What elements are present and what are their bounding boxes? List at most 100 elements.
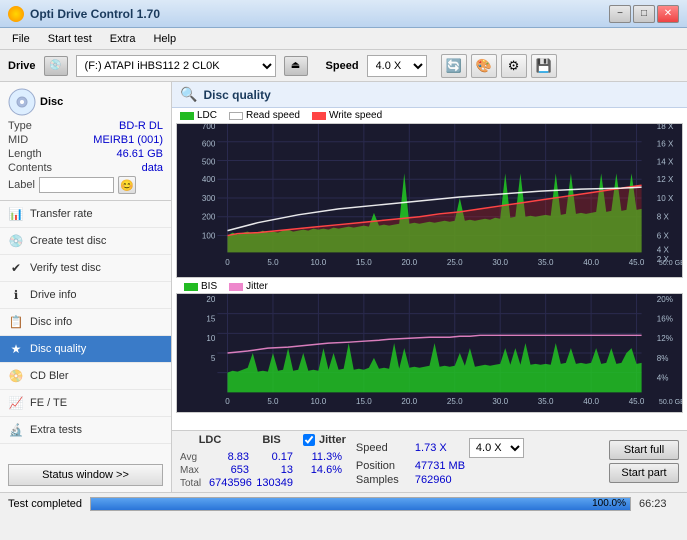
start-part-button[interactable]: Start part: [609, 463, 679, 483]
svg-text:12 X: 12 X: [657, 175, 674, 184]
status-text: Test completed: [8, 498, 82, 510]
disc-quality-header-icon: 🔍: [180, 86, 197, 103]
nav-label-transfer-rate: Transfer rate: [30, 208, 93, 220]
color-button[interactable]: 🎨: [471, 54, 497, 78]
svg-text:5: 5: [211, 354, 216, 363]
label-icon-btn[interactable]: 😊: [118, 176, 136, 194]
svg-text:16%: 16%: [657, 315, 673, 324]
total-label: Total: [180, 478, 205, 489]
speed-select[interactable]: 4.0 X 2.0 X 1.0 X: [367, 55, 427, 77]
maximize-button[interactable]: □: [633, 5, 655, 23]
disc-quality-icon: ★: [8, 341, 24, 357]
close-button[interactable]: ✕: [657, 5, 679, 23]
contents-label: Contents: [8, 162, 52, 174]
sidebar-item-drive-info[interactable]: ℹ Drive info: [0, 282, 171, 309]
svg-text:15.0: 15.0: [356, 258, 372, 267]
window-controls: − □ ✕: [609, 5, 679, 23]
drive-bar: Drive 💿 (F:) ATAPI iHBS112 2 CL0K ⏏ Spee…: [0, 50, 687, 82]
jitter-color: [229, 283, 243, 291]
position-value: 47731 MB: [415, 460, 485, 472]
svg-text:20%: 20%: [657, 295, 673, 304]
save-button[interactable]: 💾: [531, 54, 557, 78]
svg-text:40.0: 40.0: [583, 397, 599, 406]
sidebar-item-cd-bler[interactable]: 📀 CD Bler: [0, 363, 171, 390]
drive-icon: 💿: [44, 56, 68, 76]
bis-header: BIS: [244, 434, 299, 449]
menu-help[interactable]: Help: [145, 31, 184, 47]
label-input[interactable]: [39, 177, 114, 193]
refresh-button[interactable]: 🔄: [441, 54, 467, 78]
jitter-label: Jitter: [246, 281, 268, 292]
svg-text:100: 100: [202, 232, 216, 241]
svg-text:8 X: 8 X: [657, 213, 670, 222]
minimize-button[interactable]: −: [609, 5, 631, 23]
jitter-stats-label: Jitter: [319, 434, 346, 449]
disc-info-icon: 📋: [8, 314, 24, 330]
sidebar-item-create-test-disc[interactable]: 💿 Create test disc: [0, 228, 171, 255]
menu-start-test[interactable]: Start test: [40, 31, 100, 47]
eject-icon[interactable]: ⏏: [284, 56, 308, 76]
chart-legend-top: LDC Read speed Write speed: [172, 108, 687, 123]
drive-label: Drive: [8, 60, 36, 72]
chart-legend-bottom: BIS Jitter: [176, 280, 683, 293]
max-ldc: 653: [209, 464, 249, 476]
avg-label: Avg: [180, 452, 205, 463]
top-chart-svg: 700 600 500 400 300 200 100 18 X 16 X 14…: [177, 124, 682, 277]
drive-select[interactable]: (F:) ATAPI iHBS112 2 CL0K: [76, 55, 276, 77]
status-window-button[interactable]: Status window >>: [8, 464, 163, 486]
bottom-chart-svg: 20 15 10 5 20% 16% 12% 8% 4% 0 5.0 10.0 …: [177, 294, 682, 412]
menu-bar: File Start test Extra Help: [0, 28, 687, 50]
speed-stat-label: Speed: [356, 442, 411, 454]
toolbar-icons: 🔄 🎨 ⚙ 💾: [441, 54, 557, 78]
samples-value: 762960: [415, 474, 485, 486]
svg-text:40.0: 40.0: [583, 258, 599, 267]
avg-ldc: 8.83: [209, 451, 249, 463]
label-label: Label: [8, 179, 35, 191]
settings-button[interactable]: ⚙: [501, 54, 527, 78]
disc-quality-title: Disc quality: [203, 88, 270, 102]
samples-label: Samples: [356, 474, 411, 486]
menu-file[interactable]: File: [4, 31, 38, 47]
drive-info-icon: ℹ: [8, 287, 24, 303]
svg-text:20.0: 20.0: [401, 258, 417, 267]
start-full-button[interactable]: Start full: [609, 440, 679, 460]
nav-label-disc-quality: Disc quality: [30, 343, 86, 355]
sidebar-item-fe-te[interactable]: 📈 FE / TE: [0, 390, 171, 417]
nav-label-extra-tests: Extra tests: [30, 424, 82, 436]
transfer-rate-icon: 📊: [8, 206, 24, 222]
type-label: Type: [8, 120, 32, 132]
nav-label-create-test-disc: Create test disc: [30, 235, 106, 247]
svg-text:200: 200: [202, 213, 216, 222]
svg-text:18 X: 18 X: [657, 124, 674, 131]
svg-text:10: 10: [206, 334, 216, 343]
max-bis: 13: [253, 464, 293, 476]
jitter-checkbox[interactable]: [303, 434, 315, 446]
speed-stat-value: 1.73 X: [415, 442, 465, 454]
svg-text:14 X: 14 X: [657, 158, 674, 167]
sidebar-item-transfer-rate[interactable]: 📊 Transfer rate: [0, 201, 171, 228]
mid-value: MEIRB1 (001): [93, 134, 163, 146]
sidebar-item-extra-tests[interactable]: 🔬 Extra tests: [0, 417, 171, 444]
sidebar-item-verify-test-disc[interactable]: ✔ Verify test disc: [0, 255, 171, 282]
sidebar-item-disc-quality[interactable]: ★ Disc quality: [0, 336, 171, 363]
svg-text:5.0: 5.0: [267, 258, 279, 267]
svg-text:500: 500: [202, 158, 216, 167]
svg-text:0: 0: [225, 258, 230, 267]
disc-svg-icon: [8, 88, 36, 116]
svg-text:35.0: 35.0: [538, 258, 554, 267]
legend-write-speed: Write speed: [312, 110, 382, 121]
total-ldc: 6743596: [209, 477, 249, 489]
max-jitter: 14.6%: [297, 464, 342, 476]
svg-text:10.0: 10.0: [311, 397, 327, 406]
legend-jitter: Jitter: [229, 281, 268, 292]
write-speed-label: Write speed: [329, 110, 382, 121]
menu-extra[interactable]: Extra: [102, 31, 144, 47]
sidebar-item-disc-info[interactable]: 📋 Disc info: [0, 309, 171, 336]
svg-text:300: 300: [202, 194, 216, 203]
speed-select-stats[interactable]: 4.0 X 2.0 X: [469, 438, 524, 458]
write-speed-color: [312, 112, 326, 120]
svg-text:12%: 12%: [657, 334, 673, 343]
contents-value: data: [142, 162, 163, 174]
svg-text:50.0 GB: 50.0 GB: [659, 399, 682, 406]
main-area: Disc Type BD-R DL MID MEIRB1 (001) Lengt…: [0, 82, 687, 492]
